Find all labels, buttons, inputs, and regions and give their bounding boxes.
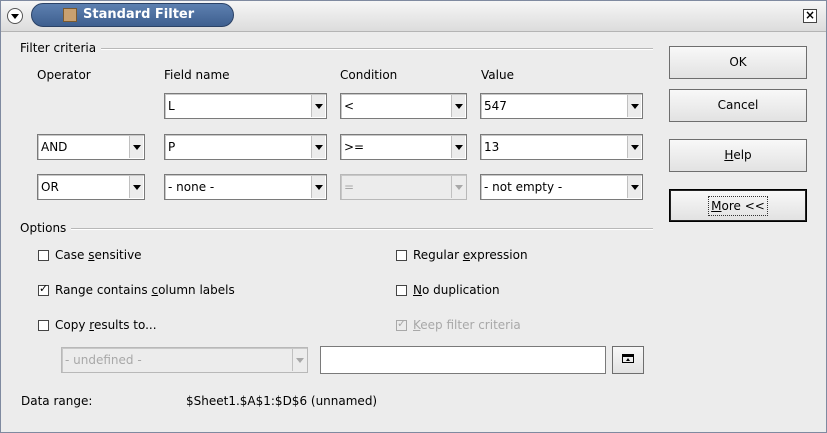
value-combo-3[interactable]: - not empty - (480, 174, 643, 200)
help-button[interactable]: Help (669, 139, 807, 172)
field-name-column-header: Field name (164, 68, 230, 82)
chevron-down-icon[interactable] (627, 136, 641, 158)
title-bar: Standard Filter × (1, 1, 826, 32)
case-sensitive-label[interactable]: Case sensitive (55, 248, 142, 262)
application-icon (63, 8, 77, 22)
chevron-down-icon[interactable] (627, 176, 641, 198)
cancel-button[interactable]: Cancel (669, 89, 807, 122)
close-icon[interactable]: × (803, 9, 817, 23)
operator-column-header: Operator (37, 68, 91, 82)
copy-target-select: - undefined - (61, 347, 308, 373)
chevron-down-icon[interactable] (627, 95, 641, 117)
chevron-down-icon[interactable] (129, 136, 143, 158)
data-range-value: $Sheet1.$A$1:$D$6 (unnamed) (186, 394, 378, 408)
copy-results-checkbox[interactable] (38, 320, 49, 331)
shrink-dialog-icon (622, 354, 634, 363)
condition-select-3: = (340, 174, 467, 200)
value-combo-1[interactable]: 547 (480, 93, 643, 119)
value-combo-2[interactable]: 13 (480, 134, 643, 160)
condition-select-1[interactable]: < (340, 93, 467, 119)
options-separator (71, 228, 653, 230)
field-name-select-3[interactable]: - none - (164, 174, 327, 200)
chevron-down-icon (292, 349, 306, 371)
filter-criteria-heading: Filter criteria (20, 41, 97, 55)
ok-button[interactable]: OK (669, 46, 807, 79)
options-heading: Options (20, 221, 67, 235)
chevron-down-icon[interactable] (451, 136, 465, 158)
copy-results-label[interactable]: Copy results to... (55, 318, 157, 332)
no-duplication-checkbox[interactable] (396, 285, 407, 296)
keep-filter-criteria-checkbox (396, 317, 407, 331)
chevron-down-icon[interactable] (311, 95, 325, 117)
shrink-dialog-button[interactable] (612, 346, 644, 374)
field-name-select-1[interactable]: L (164, 93, 327, 119)
window-menu-chevron-down-icon[interactable] (7, 8, 23, 24)
chevron-down-icon[interactable] (451, 95, 465, 117)
case-sensitive-checkbox[interactable] (38, 250, 49, 261)
chevron-down-icon[interactable] (311, 176, 325, 198)
range-contains-column-labels-checkbox[interactable] (38, 282, 49, 296)
data-range-label: Data range: (21, 394, 93, 408)
no-duplication-label[interactable]: No duplication (413, 283, 500, 297)
range-contains-column-labels-label[interactable]: Range contains column labels (55, 283, 235, 297)
regular-expression-label[interactable]: Regular expression (413, 248, 528, 262)
condition-select-2[interactable]: >= (340, 134, 467, 160)
regular-expression-checkbox[interactable] (396, 250, 407, 261)
operator-select-2[interactable]: AND (37, 134, 145, 160)
filter-criteria-separator (101, 48, 653, 50)
operator-select-3[interactable]: OR (37, 174, 145, 200)
keep-filter-criteria-label: Keep filter criteria (413, 318, 521, 332)
chevron-down-icon[interactable] (129, 176, 143, 198)
chevron-down-icon (451, 176, 465, 198)
condition-column-header: Condition (340, 68, 398, 82)
copy-target-input[interactable] (320, 346, 606, 374)
standard-filter-dialog: Standard Filter × Filter criteria Operat… (0, 0, 827, 433)
value-column-header: Value (481, 68, 514, 82)
more-button[interactable]: More << (669, 189, 807, 222)
chevron-down-icon[interactable] (311, 136, 325, 158)
window-title: Standard Filter (83, 7, 195, 22)
field-name-select-2[interactable]: P (164, 134, 327, 160)
